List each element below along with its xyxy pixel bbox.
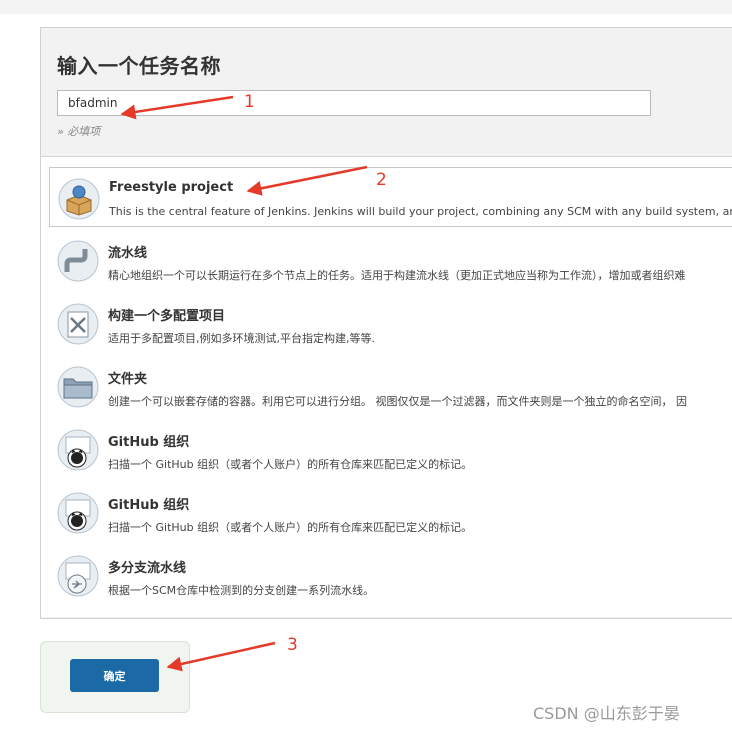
annotation-arrow-3 (166, 641, 276, 672)
watermark: CSDN @山东彭于晏 (533, 704, 680, 723)
annotation-arrow-1 (120, 95, 234, 120)
annotation-label-2: 2 (376, 170, 387, 190)
annotation-label-1: 1 (244, 92, 255, 112)
annotation-label-3: 3 (287, 635, 298, 655)
annotation-arrow-2 (246, 165, 368, 196)
annotation-arrows (120, 95, 368, 672)
